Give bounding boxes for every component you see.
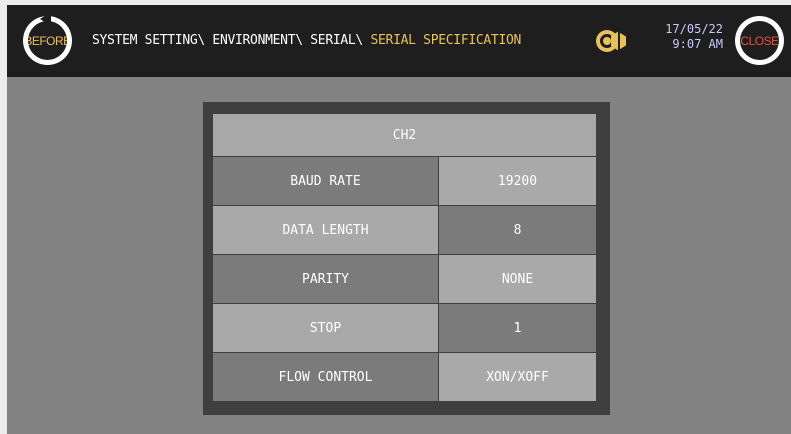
date-text: 17/05/22 xyxy=(665,22,723,36)
serial-spec-panel: CH2 BAUD RATE 19200 DATA LENGTH 8 PARITY… xyxy=(203,102,610,415)
before-button[interactable]: BEFORE xyxy=(23,12,72,65)
breadcrumb: SYSTEM SETTING\ ENVIRONMENT\ SERIAL\ SER… xyxy=(92,33,521,48)
datetime-display: 17/05/22 9:07 AM xyxy=(643,22,723,52)
close-button-label: CLOSE xyxy=(740,21,779,60)
baud-rate-label: BAUD RATE xyxy=(213,157,438,205)
flow-control-label: FLOW CONTROL xyxy=(213,353,438,401)
parity-label: PARITY xyxy=(213,255,438,303)
stop-value[interactable]: 1 xyxy=(439,304,596,352)
breadcrumb-current: SERIAL SPECIFICATION xyxy=(370,33,522,48)
data-length-value[interactable]: 8 xyxy=(439,206,596,254)
data-length-label: DATA LENGTH xyxy=(213,206,438,254)
time-text: 9:07 AM xyxy=(672,37,723,51)
speaker-icon xyxy=(596,29,628,53)
flow-control-value[interactable]: XON/XOFF xyxy=(439,353,596,401)
close-button[interactable]: CLOSE xyxy=(735,16,784,65)
stop-label: STOP xyxy=(213,304,438,352)
baud-rate-value[interactable]: 19200 xyxy=(439,157,596,205)
before-button-label: BEFORE xyxy=(28,21,67,60)
hmi-screen: BEFORE SYSTEM SETTING\ ENVIRONMENT\ SERI… xyxy=(7,5,791,434)
header-bar: BEFORE SYSTEM SETTING\ ENVIRONMENT\ SERI… xyxy=(7,5,791,77)
breadcrumb-path: SYSTEM SETTING\ ENVIRONMENT\ SERIAL\ xyxy=(92,33,363,48)
parity-value[interactable]: NONE xyxy=(439,255,596,303)
channel-title: CH2 xyxy=(213,114,596,156)
